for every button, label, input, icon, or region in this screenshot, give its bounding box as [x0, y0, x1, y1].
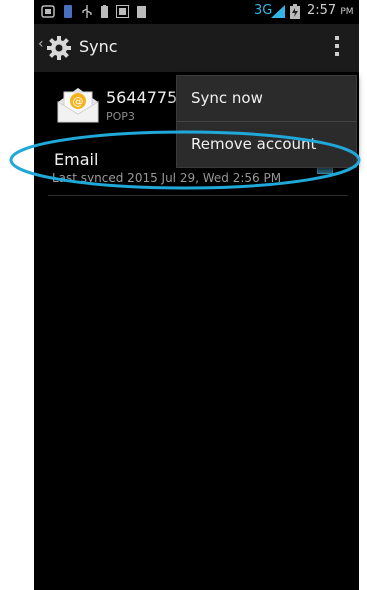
menu-item-sync-now[interactable]: Sync now — [177, 76, 356, 121]
divider — [48, 195, 348, 196]
overflow-menu: Sync now Remove account — [176, 75, 357, 168]
battery-icon — [290, 4, 300, 19]
signal-icon — [271, 5, 285, 18]
account-type: POP3 — [106, 110, 135, 123]
action-bar: ‹ Sync — [34, 24, 359, 72]
notification-icon — [137, 6, 146, 18]
phone-notification-icon — [64, 5, 72, 18]
svg-text:@: @ — [73, 95, 84, 108]
email-app-icon: @ — [57, 88, 99, 123]
sync-item-label: Email — [54, 150, 99, 169]
gallery-icon — [116, 5, 129, 18]
usb-icon — [82, 5, 92, 18]
network-type: 3G — [254, 3, 273, 18]
page-title: Sync — [79, 37, 118, 56]
menu-item-remove-account[interactable]: Remove account — [177, 122, 356, 167]
overflow-menu-icon[interactable] — [333, 36, 341, 60]
back-caret-icon[interactable]: ‹ — [38, 36, 44, 52]
settings-gear-icon[interactable] — [46, 35, 72, 61]
sim-icon — [41, 5, 55, 18]
status-bar: 3G 2:57 PM — [34, 0, 359, 24]
clock: 2:57 PM — [307, 3, 354, 18]
last-synced-text: Last synced 2015 Jul 29, Wed 2:56 PM — [52, 171, 282, 185]
battery-small-icon — [101, 5, 108, 18]
